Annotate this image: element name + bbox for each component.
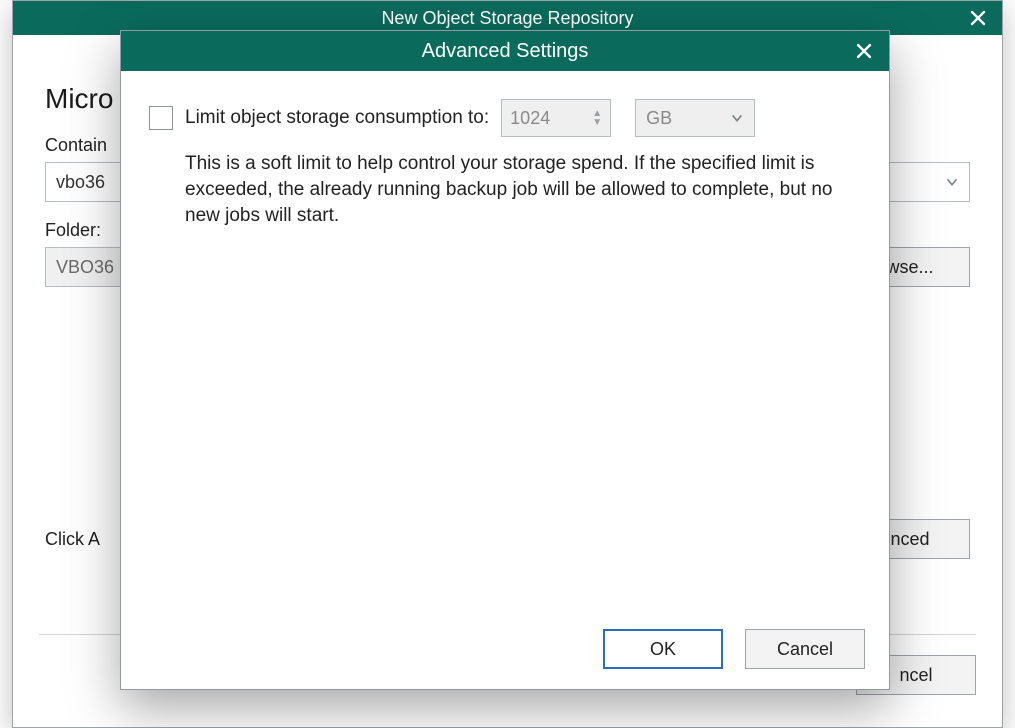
advanced-settings-dialog: Advanced Settings Limit object storage c… [120,30,890,690]
close-icon[interactable] [849,37,879,65]
limit-value-input[interactable]: 1024 ▲▼ [501,99,611,137]
modal-title: Advanced Settings [422,40,589,63]
stepper-icon: ▲▼ [592,109,602,127]
limit-unit-value: GB [646,108,672,129]
chevron-down-icon [730,111,744,125]
close-icon[interactable] [962,5,994,31]
advanced-hint: Click A [45,529,100,550]
limit-value: 1024 [510,108,550,129]
parent-title: New Object Storage Repository [381,8,633,29]
folder-field-value: VBO36 [56,257,114,278]
chevron-down-icon [945,175,959,189]
limit-description: This is a soft limit to help control you… [185,151,861,230]
container-select-value: vbo36 [56,172,105,193]
limit-checkbox[interactable] [149,106,173,130]
limit-label: Limit object storage consumption to: [185,107,489,129]
modal-titlebar: Advanced Settings [121,31,889,71]
ok-button[interactable]: OK [603,629,723,669]
cancel-button[interactable]: Cancel [745,629,865,669]
limit-unit-select[interactable]: GB [635,99,755,137]
